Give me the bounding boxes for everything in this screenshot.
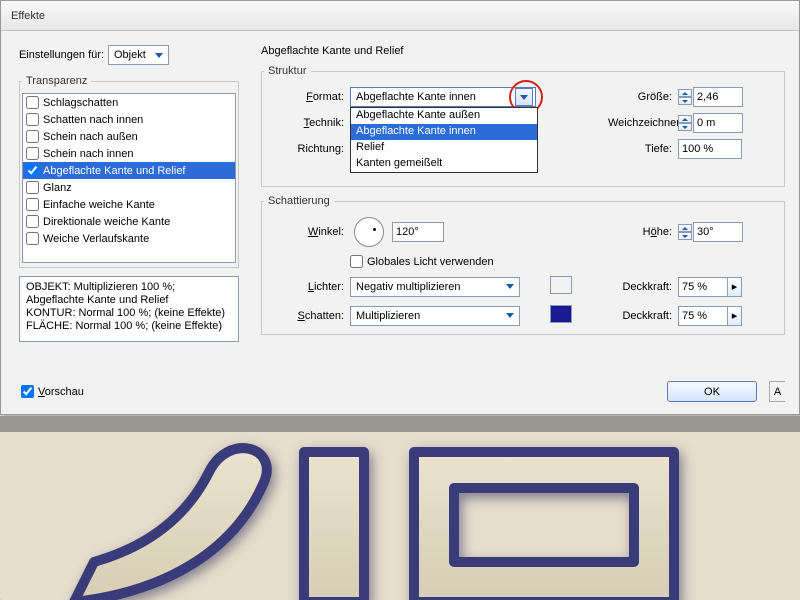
schatten-swatch[interactable] <box>550 305 572 323</box>
effects-dialog: Effekte Einstellungen für: Objekt Transp… <box>0 0 800 415</box>
schatten-label: Schatten: <box>268 310 350 322</box>
list-item[interactable]: Abgeflachte Kante und Relief <box>23 162 235 179</box>
a-button[interactable]: A <box>769 381 785 402</box>
hoehe-label: Höhe: <box>608 226 678 238</box>
list-item[interactable]: Schatten nach innen <box>23 111 235 128</box>
titlebar: Effekte <box>1 1 799 31</box>
groesse-input[interactable] <box>693 87 743 107</box>
spinner[interactable] <box>678 113 692 133</box>
checkbox[interactable] <box>26 147 39 160</box>
struktur-fieldset: Struktur Format: Abgeflachte Kante innen… <box>261 65 785 187</box>
deckkraft1-label: Deckkraft: <box>608 281 678 293</box>
format-dropdown[interactable]: Abgeflachte Kante innen Abgeflachte Kant… <box>350 87 536 107</box>
list-item[interactable]: Einfache weiche Kante <box>23 196 235 213</box>
chevron-down-icon <box>503 280 517 294</box>
tiefe-label: Tiefe: <box>608 143 678 155</box>
list-item[interactable]: Schein nach außen <box>23 128 235 145</box>
format-value: Abgeflachte Kante innen <box>356 91 476 103</box>
schattierung-legend: Schattierung <box>264 195 334 207</box>
hoehe-input[interactable] <box>693 222 743 242</box>
artwork-preview <box>34 442 774 600</box>
settings-for-label: Einstellungen für: <box>19 49 104 61</box>
list-label: Schein nach außen <box>43 131 138 143</box>
dropdown-option[interactable]: Kanten gemeißelt <box>351 156 537 172</box>
format-label: Format: <box>268 91 350 103</box>
summary-line: FLÄCHE: Normal 100 %; (keine Effekte) <box>26 320 232 333</box>
lichter-swatch[interactable] <box>550 276 572 294</box>
winkel-label: Winkel: <box>268 226 350 238</box>
global-light-label: Globales Licht verwenden <box>367 256 494 268</box>
winkel-input[interactable] <box>392 222 444 242</box>
ok-button[interactable]: OK <box>667 381 757 402</box>
checkbox[interactable] <box>26 96 39 109</box>
checkbox[interactable] <box>26 232 39 245</box>
chevron-right-icon[interactable]: ▸ <box>728 306 742 326</box>
list-label: Weiche Verlaufskante <box>43 233 149 245</box>
checkbox[interactable] <box>26 130 39 143</box>
weich-label: Weichzeichnen: <box>608 117 678 129</box>
list-label: Glanz <box>43 182 72 194</box>
richtung-label: Richtung: <box>268 143 350 155</box>
spinner[interactable] <box>678 87 692 107</box>
groesse-label: Größe: <box>608 91 678 103</box>
summary-line: KONTUR: Normal 100 %; (keine Effekte) <box>26 307 232 320</box>
schatten-value: Multiplizieren <box>356 310 497 322</box>
lichter-value: Negativ multiplizieren <box>356 281 497 293</box>
struktur-legend: Struktur <box>264 65 311 77</box>
technik-label: Technik: <box>268 117 350 129</box>
effects-summary: OBJEKT: Multiplizieren 100 %; Abgeflacht… <box>19 276 239 342</box>
deckkraft1-input[interactable] <box>678 277 728 297</box>
tiefe-input[interactable] <box>678 139 742 159</box>
dropdown-option[interactable]: Abgeflachte Kante innen <box>351 124 537 140</box>
list-label: Abgeflachte Kante und Relief <box>43 165 186 177</box>
schattierung-fieldset: Schattierung Winkel: Höhe: Globales Lich… <box>261 195 785 335</box>
dropdown-option[interactable]: Abgeflachte Kante außen <box>351 108 537 124</box>
schatten-select[interactable]: Multiplizieren <box>350 306 520 326</box>
preview-checkbox-label[interactable]: Vorschau <box>21 385 84 398</box>
list-item[interactable]: Direktionale weiche Kante <box>23 213 235 230</box>
canvas-viewport <box>0 416 800 600</box>
preview-checkbox[interactable] <box>21 385 34 398</box>
deckkraft2-label: Deckkraft: <box>608 310 678 322</box>
checkbox[interactable] <box>26 198 39 211</box>
checkbox[interactable] <box>26 215 39 228</box>
dialog-title: Effekte <box>11 10 45 22</box>
chevron-down-icon <box>152 48 166 62</box>
dropdown-option[interactable]: Relief <box>351 140 537 156</box>
list-label: Schein nach innen <box>43 148 134 160</box>
chevron-down-icon <box>503 309 517 323</box>
checkbox[interactable] <box>26 164 39 177</box>
settings-for-select[interactable]: Objekt <box>108 45 169 65</box>
checkbox[interactable] <box>26 181 39 194</box>
list-item[interactable]: Schein nach innen <box>23 145 235 162</box>
list-label: Schlagschatten <box>43 97 118 109</box>
list-item[interactable]: Schlagschatten <box>23 94 235 111</box>
settings-for-value: Objekt <box>114 49 146 61</box>
angle-wheel[interactable] <box>354 217 384 247</box>
global-light-checkbox[interactable] <box>350 255 363 268</box>
list-label: Direktionale weiche Kante <box>43 216 170 228</box>
summary-line: OBJEKT: Multiplizieren 100 %; Abgeflacht… <box>26 281 232 307</box>
effects-legend: Transparenz <box>22 75 91 87</box>
list-label: Einfache weiche Kante <box>43 199 155 211</box>
list-item[interactable]: Weiche Verlaufskante <box>23 230 235 247</box>
effects-list: Schlagschatten Schatten nach innen Schei… <box>22 93 236 263</box>
deckkraft2-input[interactable] <box>678 306 728 326</box>
format-dropdown-list: Abgeflachte Kante außen Abgeflachte Kant… <box>350 107 538 173</box>
chevron-right-icon[interactable]: ▸ <box>728 277 742 297</box>
list-label: Schatten nach innen <box>43 114 143 126</box>
weich-input[interactable] <box>693 113 743 133</box>
chevron-down-icon[interactable] <box>515 88 533 106</box>
list-item[interactable]: Glanz <box>23 179 235 196</box>
lichter-label: Lichter: <box>268 281 350 293</box>
panel-heading: Abgeflachte Kante und Relief <box>261 45 785 57</box>
spinner[interactable] <box>678 222 692 242</box>
lichter-select[interactable]: Negativ multiplizieren <box>350 277 520 297</box>
effects-fieldset: Transparenz Schlagschatten Schatten nach… <box>19 75 239 268</box>
checkbox[interactable] <box>26 113 39 126</box>
